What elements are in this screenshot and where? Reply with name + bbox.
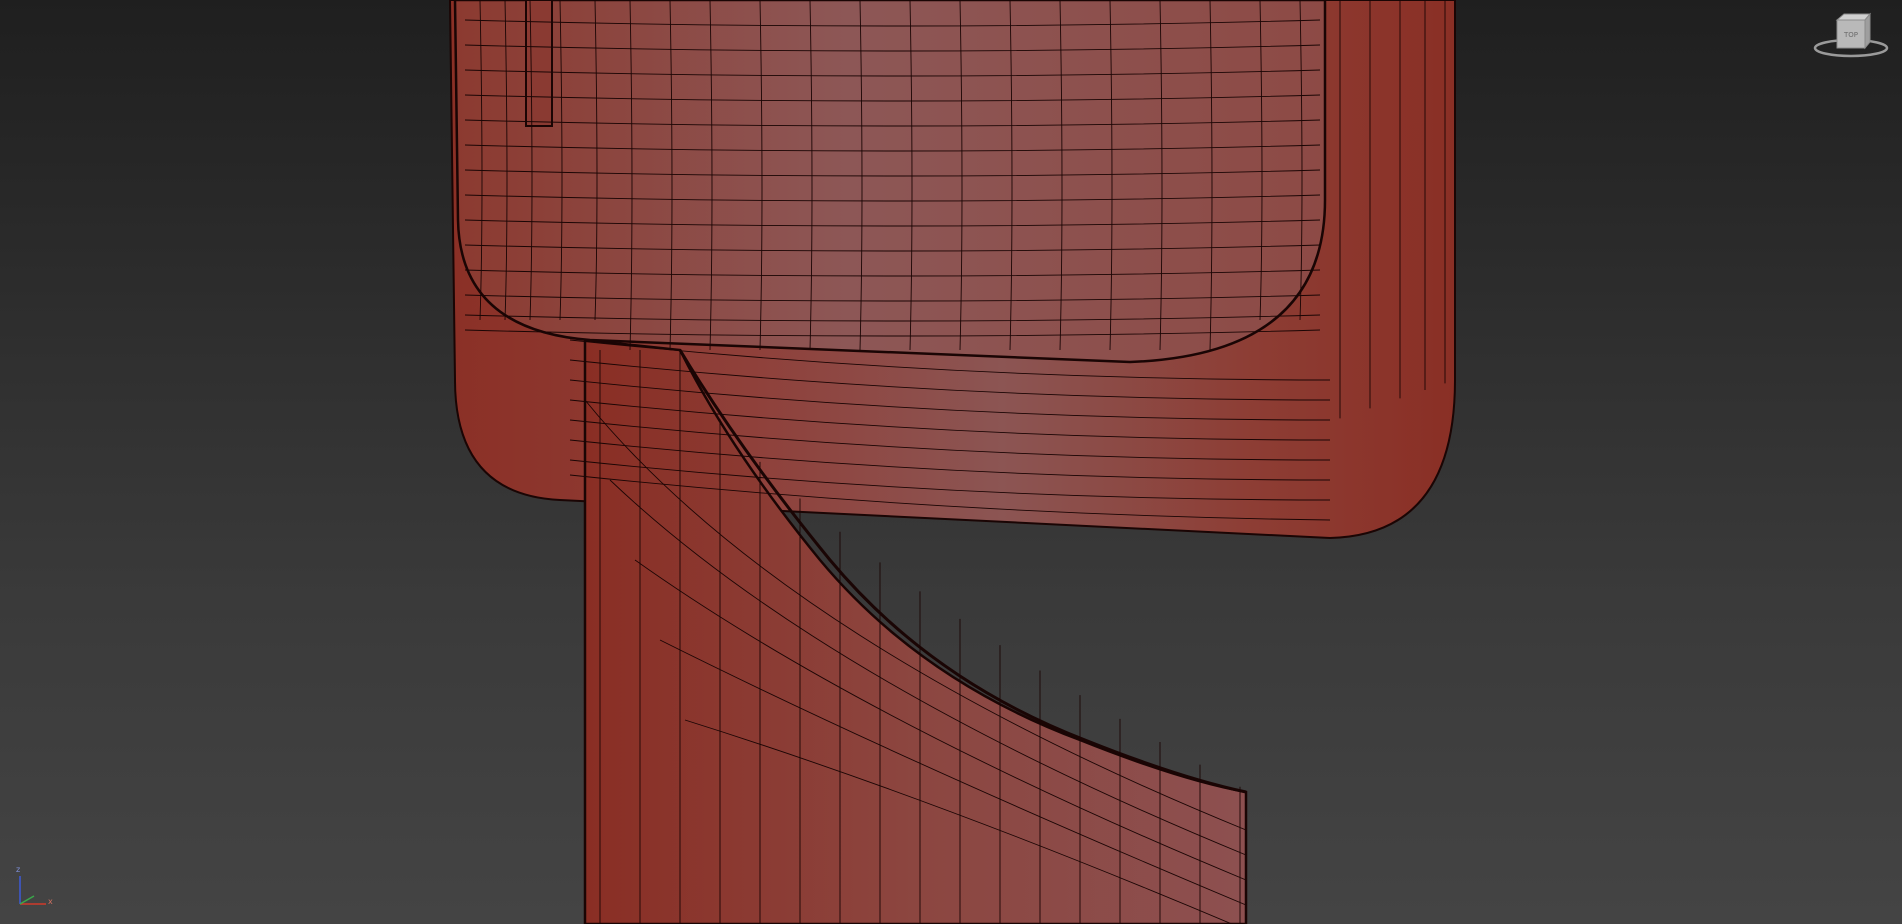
- axis-gizmo: z x: [10, 866, 58, 914]
- vertical-rod: [525, 0, 553, 127]
- viewcube[interactable]: TOP: [1806, 8, 1896, 62]
- 3d-viewport[interactable]: TOP z x: [0, 0, 1902, 924]
- z-axis-label: z: [16, 865, 21, 874]
- seat-cushion: [453, 0, 1327, 364]
- x-axis-label: x: [48, 897, 53, 906]
- viewcube-face-label: TOP: [1843, 31, 1858, 39]
- y-axis: [19, 895, 35, 905]
- mesh-wireframe-scene[interactable]: [0, 0, 1902, 924]
